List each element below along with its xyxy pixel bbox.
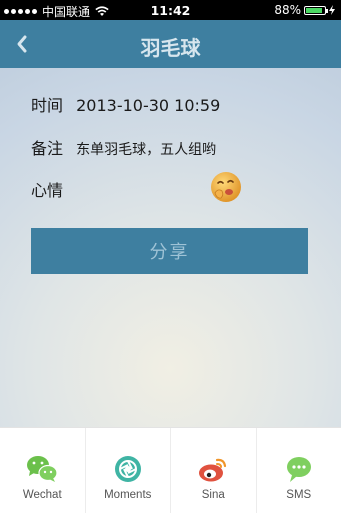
note-label: 备注 [31,135,71,159]
mood-emoji-icon [210,171,242,203]
battery-group: 88% [274,3,335,17]
wechat-icon [25,454,59,484]
share-sms-label: SMS [257,489,341,501]
note-row: 备注 东单羽毛球，五人组哟 [31,135,216,159]
share-sms[interactable]: SMS [257,428,341,513]
moments-icon [111,454,145,484]
charging-icon [329,5,335,15]
share-wechat-label: Wechat [0,489,85,501]
battery-percent: 88% [274,3,301,17]
share-moments-label: Moments [86,489,171,501]
time-value: 2013-10-30 10:59 [76,96,220,115]
mood-label: 心情 [31,177,71,201]
time-label: 时间 [31,92,71,116]
page-title: 羽毛球 [0,32,341,61]
navigation-bar: 羽毛球 [0,20,341,68]
weibo-icon [196,454,230,484]
time-row: 时间 2013-10-30 10:59 [31,92,220,116]
share-sina[interactable]: Sina [171,428,257,513]
share-button[interactable]: 分享 [31,228,308,274]
sms-icon [282,454,316,484]
battery-fill [306,8,322,13]
note-value: 东单羽毛球，五人组哟 [76,142,216,158]
status-bar: 中国联通 11:42 88% [0,0,341,20]
share-wechat[interactable]: Wechat [0,428,86,513]
mood-row: 心情 [31,177,71,201]
battery-icon [304,6,326,15]
share-moments[interactable]: Moments [86,428,172,513]
share-sheet: Wechat Moments Sina SMS [0,427,341,513]
share-sina-label: Sina [171,489,256,501]
